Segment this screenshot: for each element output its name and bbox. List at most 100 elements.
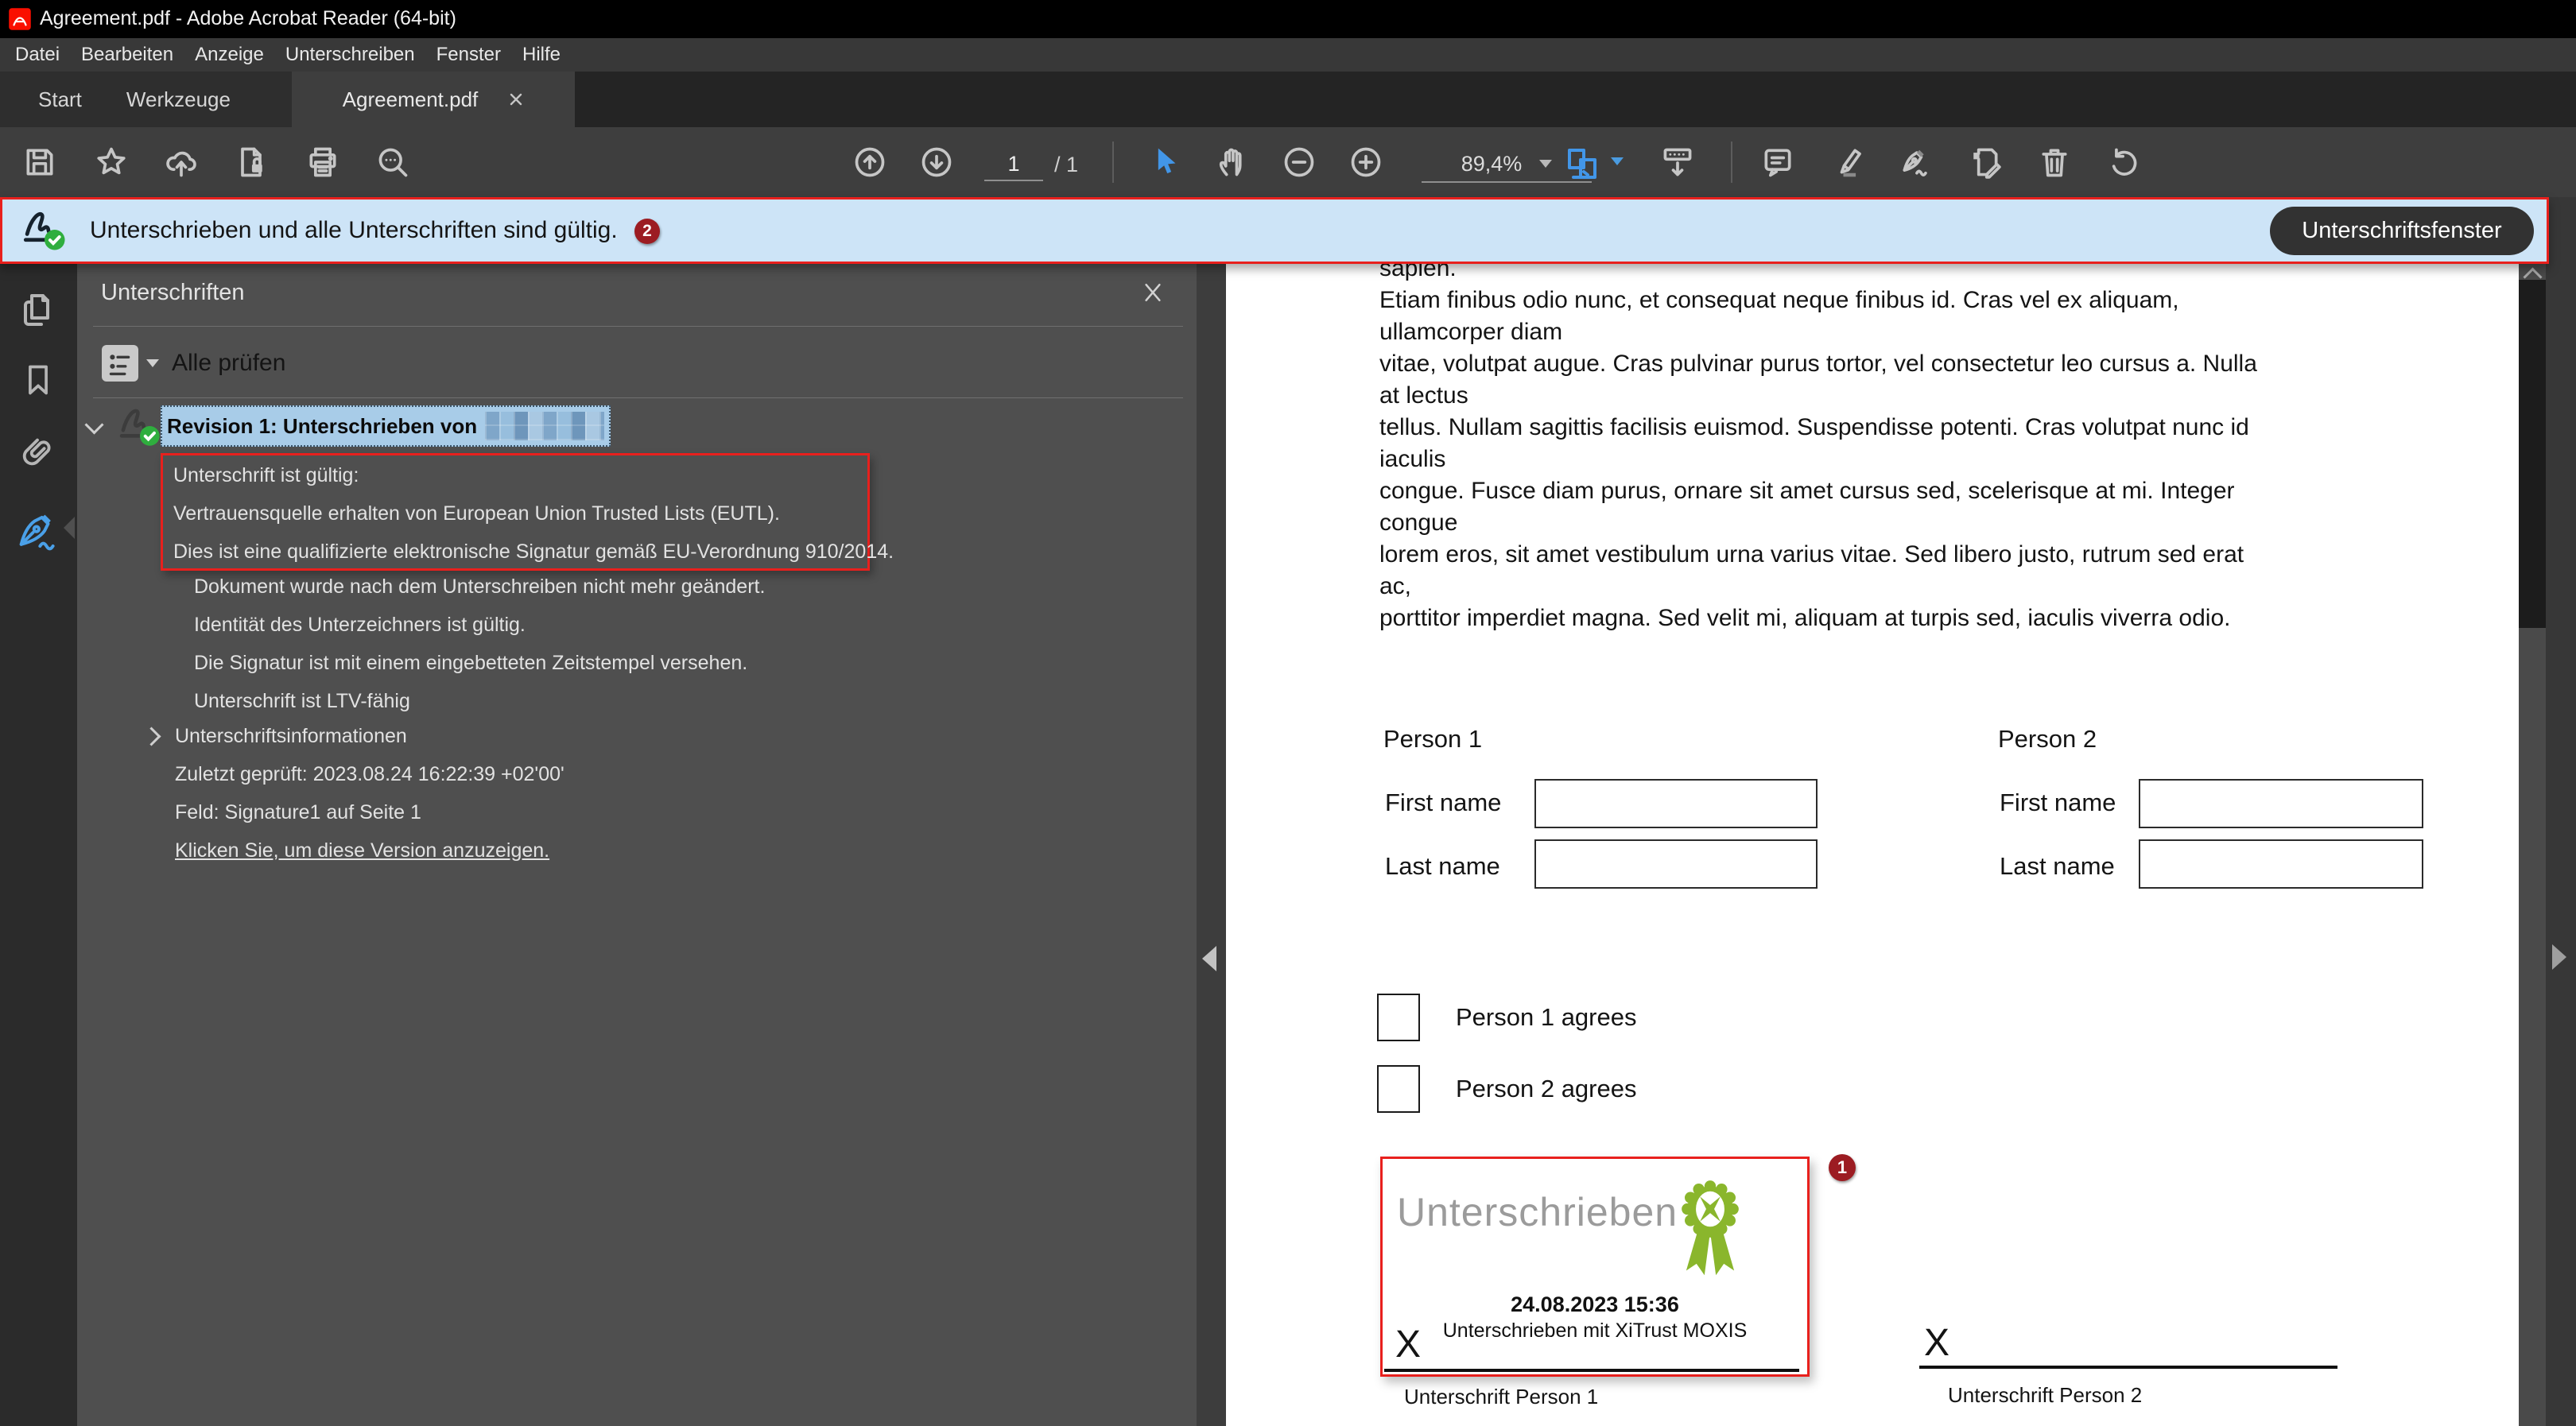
zoom-in-icon[interactable] <box>1348 145 1383 180</box>
panel-title: Unterschriften <box>101 280 245 306</box>
panel-divider <box>93 397 1183 398</box>
collapse-panel-icon[interactable] <box>1202 946 1216 971</box>
print-icon[interactable] <box>305 145 340 180</box>
signature-status-bar: Unterschrieben und alle Unterschriften s… <box>0 197 2549 264</box>
document-text-line: congue. Fusce diam purus, ornare sit ame… <box>1379 475 2257 507</box>
menu-bearbeiten[interactable]: Bearbeiten <box>81 44 173 66</box>
status-item: Unterschrift ist LTV-fähig <box>194 690 410 713</box>
person1-last-name-field[interactable] <box>1534 839 1818 889</box>
person1-agrees-label: Person 1 agrees <box>1456 1003 1636 1032</box>
stamp-subtitle: Unterschrieben mit XiTrust MOXIS <box>1383 1319 1807 1343</box>
star-icon[interactable] <box>94 145 129 180</box>
menu-datei[interactable]: Datei <box>15 44 60 66</box>
hand-tool-icon[interactable] <box>1215 145 1250 180</box>
hide-toolbar-icon[interactable] <box>1660 145 1695 180</box>
redacted-signer-name <box>485 412 604 440</box>
document-paragraph: sapien. Etiam finibus odio nunc, et cons… <box>1379 253 2257 634</box>
tab-werkzeuge[interactable]: Werkzeuge <box>126 87 231 112</box>
menu-anzeige[interactable]: Anzeige <box>195 44 264 66</box>
toolbar-divider <box>1112 141 1114 183</box>
stamp-rosette-icon <box>1675 1175 1745 1284</box>
person2-first-name-field[interactable] <box>2139 779 2423 828</box>
document-text-line: at lectus <box>1379 380 2257 412</box>
page-thumbnails-icon[interactable] <box>19 291 57 329</box>
share-cloud-icon[interactable] <box>164 145 199 180</box>
document-text-line: ac, <box>1379 571 2257 603</box>
person2-title: Person 2 <box>1998 725 2097 754</box>
signature2-x-mark: X <box>1924 1321 1949 1365</box>
person1-title: Person 1 <box>1383 725 1482 754</box>
tab-start[interactable]: Start <box>38 87 82 112</box>
view-version-link[interactable]: Klicken Sie, um diese Version anzuzeigen… <box>175 839 549 862</box>
signature1-label: Unterschrift Person 1 <box>1404 1385 1598 1409</box>
document-text-line: tellus. Nullam sagittis facilisis euismo… <box>1379 412 2257 444</box>
zoom-out-icon[interactable] <box>1282 145 1317 180</box>
sign-pen-icon[interactable] <box>1899 145 1934 180</box>
expand-right-panel-icon[interactable] <box>2552 944 2566 970</box>
menu-unterschreiben[interactable]: Unterschreiben <box>285 44 415 66</box>
menu-hilfe[interactable]: Hilfe <box>522 44 561 66</box>
revision-row[interactable]: Revision 1: Unterschrieben von <box>161 405 611 447</box>
tab-close-icon[interactable] <box>508 91 524 107</box>
signature2-label: Unterschrift Person 2 <box>1948 1383 2142 1408</box>
person2-agrees-label: Person 2 agrees <box>1456 1075 1636 1103</box>
active-tool-notch <box>64 517 75 539</box>
signature1-line <box>1384 1369 1799 1372</box>
menu-fenster[interactable]: Fenster <box>436 44 501 66</box>
previous-page-icon[interactable] <box>852 145 887 180</box>
person1-last-name-label: Last name <box>1385 852 1500 881</box>
stamp-x-mark: X <box>1395 1323 1421 1366</box>
validity-detail: Dies ist eine qualifizierte elektronisch… <box>173 541 894 564</box>
highlight-icon[interactable] <box>1830 145 1865 180</box>
tab-group-left: Start Werkzeuge <box>0 72 292 127</box>
signature-panel-button[interactable]: Unterschriftsfenster <box>2270 207 2534 255</box>
bookmarks-icon[interactable] <box>21 362 56 397</box>
next-page-icon[interactable] <box>919 145 954 180</box>
panel-divider <box>93 326 1183 327</box>
person2-last-name-field[interactable] <box>2139 839 2423 889</box>
fill-and-sign-icon[interactable] <box>1967 145 2002 180</box>
revision-label: Revision 1: Unterschrieben von <box>167 414 477 439</box>
tab-document[interactable]: Agreement.pdf <box>292 72 575 127</box>
rotate-icon[interactable] <box>2107 145 2142 180</box>
document-text-line: porttitor imperdiet magna. Sed velit mi,… <box>1379 603 2257 634</box>
annotation-badge-2: 2 <box>634 219 660 244</box>
trash-icon[interactable] <box>2037 145 2072 180</box>
signature2-line[interactable] <box>1919 1366 2337 1369</box>
signature-valid-icon <box>116 402 164 454</box>
validate-options-icon[interactable] <box>102 345 138 382</box>
page-fit-icon[interactable] <box>1563 145 1601 183</box>
select-tool-icon[interactable] <box>1148 145 1183 180</box>
validity-detail: Unterschrift ist gültig: <box>173 464 359 487</box>
info-group-label[interactable]: Unterschriftsinformationen <box>175 725 407 748</box>
page-count-label: / 1 <box>1054 153 1078 177</box>
export-file-icon[interactable] <box>234 145 269 180</box>
window-title: Agreement.pdf - Adobe Acrobat Reader (64… <box>40 7 456 30</box>
page-number-input[interactable] <box>984 148 1043 181</box>
document-text-line: vitae, volutpat augue. Cras pulvinar pur… <box>1379 348 2257 380</box>
field-info-label: Feld: Signature1 auf Seite 1 <box>175 801 421 824</box>
comment-icon[interactable] <box>1760 145 1795 180</box>
save-icon[interactable] <box>22 145 57 180</box>
stamp-date: 24.08.2023 15:36 <box>1383 1292 1807 1317</box>
person1-agrees-checkbox[interactable] <box>1377 994 1420 1041</box>
signature-valid-banner-icon <box>20 207 69 256</box>
stamp-word: Unterschrieben <box>1397 1189 1678 1235</box>
validate-options-chevron-icon[interactable] <box>146 359 159 367</box>
signatures-icon[interactable] <box>16 510 59 553</box>
validate-all-button[interactable]: Alle prüfen <box>172 350 285 377</box>
attachments-icon[interactable] <box>19 434 56 471</box>
scrollbar-thumb[interactable] <box>2519 280 2546 628</box>
signature-stamp-field[interactable]: Unterschrieben 24.08.2023 15:36 Untersch… <box>1380 1157 1810 1377</box>
panel-collapse-strip <box>1197 264 1226 1426</box>
validity-detail: Vertrauensquelle erhalten von European U… <box>173 502 780 525</box>
status-item: Dokument wurde nach dem Unterschreiben n… <box>194 575 765 599</box>
person2-agrees-checkbox[interactable] <box>1377 1065 1420 1113</box>
zoom-level-value: 89,4% <box>1461 152 1523 176</box>
last-checked-label: Zuletzt geprüft: 2023.08.24 16:22:39 +02… <box>175 763 564 786</box>
person1-first-name-field[interactable] <box>1534 779 1818 828</box>
panel-close-icon[interactable] <box>1142 281 1164 304</box>
page-fit-chevron-icon[interactable] <box>1611 157 1624 165</box>
document-text-line: congue <box>1379 507 2257 539</box>
search-icon[interactable] <box>375 145 410 180</box>
